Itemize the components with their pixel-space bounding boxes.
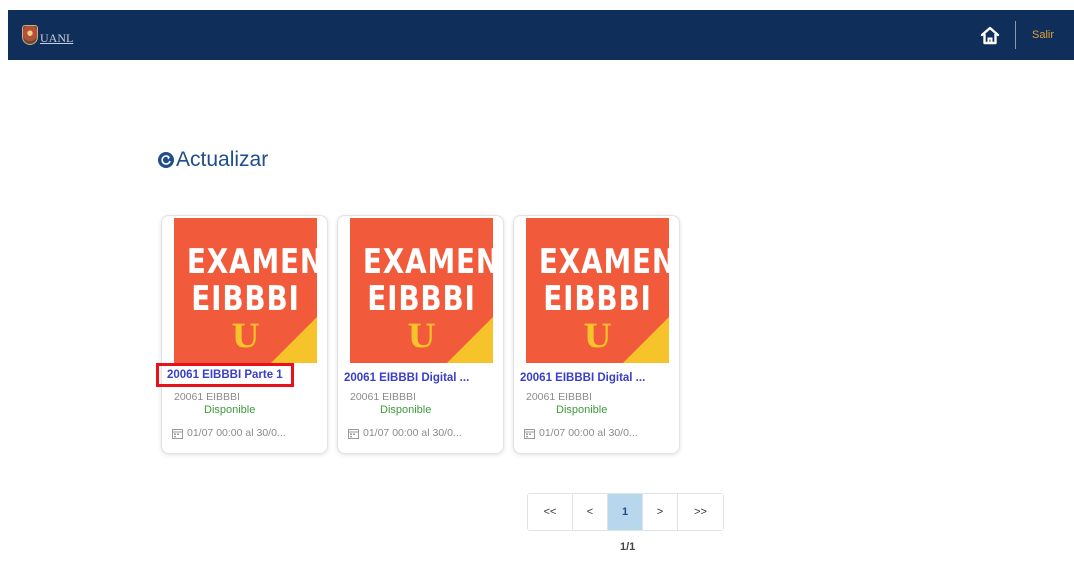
exam-title-link[interactable]: 20061 EIBBBI Digital ... <box>520 372 645 384</box>
exam-dates-text: 01/07 00:00 al 30/0... <box>539 427 638 439</box>
thumbnail-line1: EXAMEN <box>538 242 669 282</box>
exam-status: Disponible <box>204 404 256 416</box>
calendar-icon <box>348 428 359 439</box>
exam-dates-text: 01/07 00:00 al 30/0... <box>187 427 286 439</box>
thumbnail-line2: EIBBBI <box>367 279 476 319</box>
exam-thumbnail: EXAMEN EIBBBI U <box>174 218 317 363</box>
page-first-button[interactable]: << <box>528 494 573 530</box>
thumbnail-u-mark: U <box>583 317 612 355</box>
refresh-button[interactable]: Actualizar <box>158 148 268 172</box>
logout-link[interactable]: Salir <box>1032 29 1054 41</box>
university-crest-icon <box>22 25 38 45</box>
refresh-icon <box>158 152 174 168</box>
nav-divider <box>1014 21 1016 49</box>
exam-subtitle: 20061 EIBBBI <box>350 391 416 403</box>
exam-status: Disponible <box>380 404 432 416</box>
exam-dates: 01/07 00:00 al 30/0... <box>524 427 638 439</box>
exam-dates: 01/07 00:00 al 30/0... <box>172 427 286 439</box>
exam-card-list: EXAMEN EIBBBI U 20061 EIBBBI Parte 1 200… <box>156 215 689 454</box>
uanl-logo[interactable]: UANL <box>22 25 73 46</box>
page-next-button[interactable]: > <box>643 494 678 530</box>
exam-title-link[interactable]: 20061 EIBBBI Parte 1 <box>156 363 294 387</box>
page-prev-button[interactable]: < <box>573 494 608 530</box>
home-icon[interactable] <box>979 24 1001 46</box>
exam-subtitle: 20061 EIBBBI <box>526 391 592 403</box>
exam-status: Disponible <box>556 404 608 416</box>
exam-card[interactable]: EXAMEN EIBBBI U 20061 EIBBBI Parte 1 200… <box>156 215 328 454</box>
exam-dates-text: 01/07 00:00 al 30/0... <box>363 427 462 439</box>
exam-thumbnail: EXAMEN EIBBBI U <box>526 218 669 363</box>
page-info: 1/1 <box>620 541 636 553</box>
page-last-button[interactable]: >> <box>678 494 723 530</box>
top-navbar: UANL Salir <box>8 10 1074 60</box>
thumbnail-line1: EXAMEN <box>186 242 317 282</box>
calendar-icon <box>524 428 535 439</box>
pagination: << < 1 > >> <box>527 493 724 531</box>
nav-actions: Salir <box>979 21 1054 49</box>
thumbnail-line2: EIBBBI <box>543 279 652 319</box>
thumbnail-line2: EIBBBI <box>191 279 300 319</box>
refresh-label: Actualizar <box>176 148 269 171</box>
calendar-icon <box>172 428 183 439</box>
thumbnail-line1: EXAMEN <box>362 242 493 282</box>
exam-title-link[interactable]: 20061 EIBBBI Digital ... <box>344 372 469 384</box>
exam-card[interactable]: EXAMEN EIBBBI U 20061 EIBBBI Digital ...… <box>337 215 504 454</box>
thumbnail-u-mark: U <box>231 317 260 355</box>
exam-card[interactable]: EXAMEN EIBBBI U 20061 EIBBBI Digital ...… <box>513 215 680 454</box>
exam-thumbnail: EXAMEN EIBBBI U <box>350 218 493 363</box>
exam-subtitle: 20061 EIBBBI <box>174 391 240 403</box>
brand-name: UANL <box>40 30 74 45</box>
page-current-button[interactable]: 1 <box>608 494 643 530</box>
thumbnail-u-mark: U <box>407 317 436 355</box>
exam-dates: 01/07 00:00 al 30/0... <box>348 427 462 439</box>
